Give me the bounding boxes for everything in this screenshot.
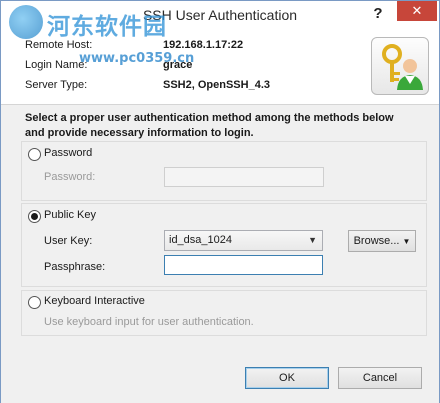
login-name-value: grace <box>163 59 193 71</box>
user-key-value: id_dsa_1024 <box>169 234 233 246</box>
server-type-value: SSH2, OpenSSH_4.3 <box>163 79 270 91</box>
user-key-label: User Key: <box>44 235 93 247</box>
browse-label: Browse... <box>353 235 400 247</box>
chevron-down-icon: ▼ <box>308 235 317 245</box>
help-button[interactable]: ? <box>367 3 389 25</box>
publickey-radio-label[interactable]: Public Key <box>44 209 96 221</box>
publickey-radio[interactable] <box>28 210 41 223</box>
instructions-text: Select a proper user authentication meth… <box>25 112 394 139</box>
password-radio-label[interactable]: Password <box>44 147 92 159</box>
remote-host-label: Remote Host: <box>25 39 93 51</box>
password-group: Password Password: <box>21 141 427 201</box>
user-key-select[interactable]: id_dsa_1024 ▼ <box>164 230 323 251</box>
passphrase-label: Passphrase: <box>44 261 106 273</box>
password-input[interactable] <box>164 167 324 187</box>
close-button[interactable]: ✕ <box>397 1 437 21</box>
remote-host-value: 192.168.1.17:22 <box>163 39 244 51</box>
passphrase-input[interactable] <box>164 255 323 275</box>
browse-button[interactable]: Browse... ▼ <box>348 230 416 252</box>
ok-button[interactable]: OK <box>245 367 329 389</box>
publickey-group: Public Key User Key: id_dsa_1024 ▼ Brows… <box>21 203 427 287</box>
cancel-button[interactable]: Cancel <box>338 367 422 389</box>
key-user-icon <box>371 37 429 95</box>
login-name-label: Login Name: <box>25 59 88 71</box>
keyboard-radio[interactable] <box>28 296 41 309</box>
keyboard-group: Keyboard Interactive Use keyboard input … <box>21 290 427 336</box>
password-field-label: Password: <box>44 171 96 183</box>
triangle-down-icon: ▼ <box>402 237 411 246</box>
title-bar: SSH User Authentication ? ✕ <box>1 1 439 29</box>
ssh-auth-dialog: SSH User Authentication ? ✕ Remote Host:… <box>0 0 440 403</box>
password-radio[interactable] <box>28 148 41 161</box>
server-type-label: Server Type: <box>25 79 88 91</box>
keyboard-hint: Use keyboard input for user authenticati… <box>44 316 254 328</box>
keyboard-radio-label[interactable]: Keyboard Interactive <box>44 295 145 307</box>
